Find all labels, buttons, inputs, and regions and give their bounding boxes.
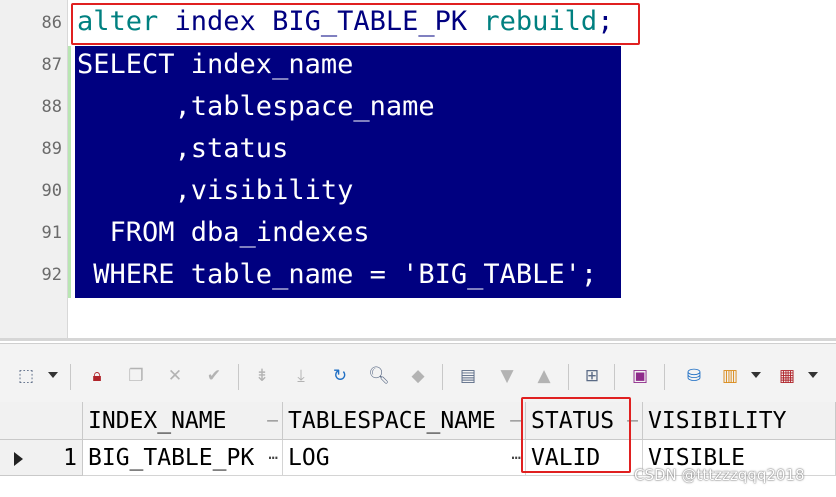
clear-icon[interactable]: ◆ [406, 364, 430, 388]
ellipsis-icon[interactable]: … [268, 440, 278, 472]
code-line[interactable]: WHERE table_name = 'BIG_TABLE'; [77, 258, 597, 292]
code-line[interactable]: ,visibility [77, 174, 354, 208]
separator [664, 364, 665, 390]
line-number-gutter: 86 87 88 89 90 91 92 [0, 0, 68, 340]
code-line[interactable]: ,tablespace_name [77, 90, 435, 124]
column-header-label: INDEX_NAME [88, 408, 227, 434]
previous-icon[interactable]: ▼ [495, 364, 519, 388]
line-number: 90 [41, 181, 62, 201]
lock-icon[interactable]: 🔒︎ [85, 364, 109, 388]
chevron-down-icon[interactable] [48, 372, 58, 378]
grid-cell[interactable]: LOG … [283, 440, 526, 476]
change-marker-bar [68, 46, 71, 298]
column-header-tablespace-name[interactable]: TABLESPACE_NAME – [283, 402, 526, 440]
cell-value: BIG_TABLE_PK [88, 445, 255, 471]
column-header-label: TABLESPACE_NAME [288, 408, 496, 434]
sort-indicator-icon: – [267, 410, 278, 431]
annotation-box [71, 3, 640, 45]
row-number: 1 [63, 445, 77, 471]
annotation-box [521, 397, 631, 473]
line-number: 89 [41, 139, 62, 159]
separator [614, 364, 615, 390]
next-icon[interactable]: ▲ [532, 364, 556, 388]
watermark: CSDN @tttzzzqqq2018 [634, 466, 805, 484]
save-icon[interactable]: ▣ [628, 364, 652, 388]
separator [568, 364, 569, 390]
find-icon[interactable]: 🔍︎ [367, 364, 391, 388]
code-line[interactable]: FROM dba_indexes [77, 216, 370, 250]
code-line[interactable]: ,status [77, 132, 289, 166]
last-record-icon[interactable]: ⤓ [289, 364, 313, 388]
line-number: 87 [41, 55, 62, 75]
chevron-down-icon[interactable] [808, 372, 818, 378]
line-number: 92 [41, 265, 62, 285]
line-number: 86 [41, 13, 62, 33]
ellipsis-icon[interactable]: … [511, 440, 521, 472]
column-header-visibility[interactable]: VISIBILITY [643, 402, 836, 440]
sql-editor[interactable]: 86 87 88 89 90 91 92 alter index BIG_TAB… [0, 0, 836, 340]
code-line[interactable]: SELECT index_name [77, 48, 353, 82]
line-number: 91 [41, 223, 62, 243]
current-row-pointer-icon [14, 452, 23, 466]
grid-toolbar: ⬚ 🔒︎ ❐ ✕ ✔ ⇟ ⤓ ↻ 🔍︎ ◆ ▤ ▼ ▲ ⊞ ▣ ⛁ ▥ ▦ [0, 343, 836, 402]
separator [70, 364, 71, 390]
first-record-icon[interactable]: ⇟ [250, 364, 274, 388]
chart-icon[interactable]: ▥ [718, 364, 742, 388]
column-header-index-name[interactable]: INDEX_NAME – [83, 402, 283, 440]
grid-options-icon[interactable]: ▦ [775, 364, 799, 388]
record-view-icon[interactable]: ⊞ [580, 364, 604, 388]
grid-select-icon[interactable]: ⬚ [14, 364, 38, 388]
separator [238, 364, 239, 390]
separator [442, 364, 443, 390]
query-by-example-icon[interactable]: ▤ [456, 364, 480, 388]
delete-record-icon[interactable]: ✕ [163, 364, 187, 388]
grid-cell[interactable]: BIG_TABLE_PK … [83, 440, 283, 476]
refresh-icon[interactable]: ↻ [328, 364, 352, 388]
grid-corner [0, 402, 83, 440]
chevron-down-icon[interactable] [751, 372, 761, 378]
new-record-icon[interactable]: ❐ [124, 364, 148, 388]
line-number: 88 [41, 97, 62, 117]
row-header[interactable]: 1 [0, 440, 83, 476]
column-header-label: VISIBILITY [648, 408, 787, 434]
cell-value: LOG [288, 445, 330, 471]
export-icon[interactable]: ⛁ [682, 364, 706, 388]
sort-indicator-icon: – [510, 410, 521, 431]
post-edit-icon[interactable]: ✔ [202, 364, 226, 388]
splitter[interactable] [0, 338, 836, 341]
